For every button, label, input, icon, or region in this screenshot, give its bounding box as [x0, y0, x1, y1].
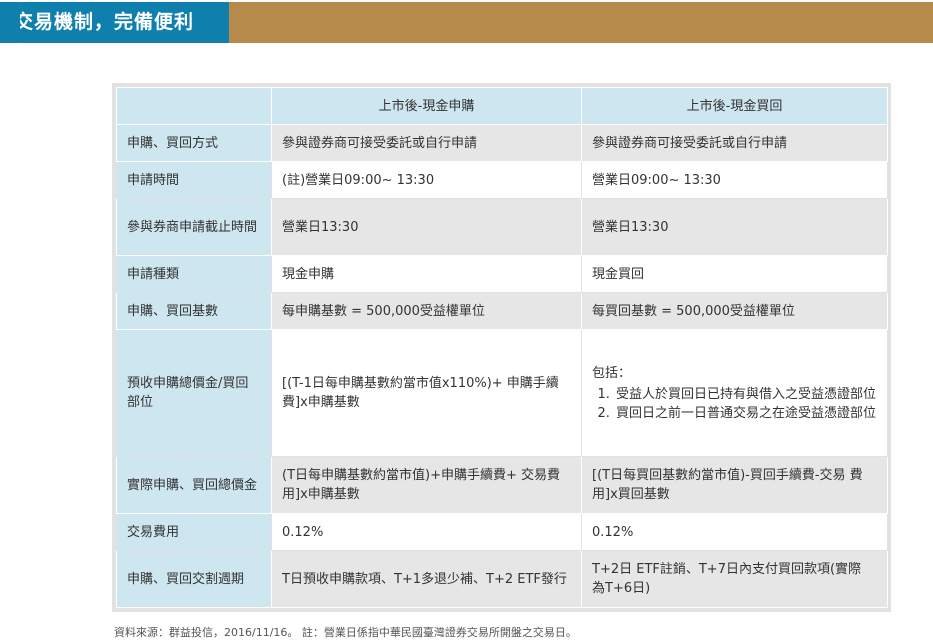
table-row: 申請種類 現金申購 現金買回: [116, 255, 888, 293]
row-label: 申購、買回交割週期: [116, 550, 272, 608]
purchase-cell: 0.12%: [271, 513, 582, 551]
list-item: 買回日之前一日普通交易之在途受益憑證部位: [614, 404, 877, 423]
purchase-cell: 每申購基數 = 500,000受益權單位: [271, 292, 582, 330]
trading-mechanism-table-frame: 上市後-現金申購 上市後-現金買回 申購、買回方式 參與證券商可接受委託或自行申…: [112, 83, 891, 612]
redemption-cell: 參與證券商可接受委託或自行申請: [581, 124, 888, 162]
redemption-cell: 營業日09:00~ 13:30: [581, 161, 888, 199]
list-item: 受益人於買回日已持有與借入之受益憑證部位: [614, 385, 877, 404]
row-label: 申購、買回方式: [116, 124, 272, 162]
table-row: 申購、買回基數 每申購基數 = 500,000受益權單位 每買回基數 = 500…: [116, 292, 888, 330]
row-label: 實際申購、買回總價金: [116, 456, 272, 514]
purchase-cell: 營業日13:30: [271, 198, 582, 256]
redemption-list: 受益人於買回日已持有與借入之受益憑證部位 買回日之前一日普通交易之在途受益憑證部…: [592, 385, 877, 423]
row-label: 預收申購總價金/買回部位: [116, 329, 272, 457]
purchase-cell: (註)營業日09:00~ 13:30: [271, 161, 582, 199]
redemption-cell: 0.12%: [581, 513, 888, 551]
row-label: 交易費用: [116, 513, 272, 551]
purchase-cell: 現金申購: [271, 255, 582, 293]
redemption-cell: 包括： 受益人於買回日已持有與借入之受益憑證部位 買回日之前一日普通交易之在途受…: [581, 329, 888, 457]
row-label: 申請時間: [116, 161, 272, 199]
table-row: 預收申購總價金/買回部位 [(T-1日每申購基數約當市值x110%)+ 申購手續…: [116, 329, 888, 457]
row-label: 申請種類: [116, 255, 272, 293]
purchase-cell: [(T-1日每申購基數約當市值x110%)+ 申購手續費]x申購基數: [271, 329, 582, 457]
trading-mechanism-table: 上市後-現金申購 上市後-現金買回 申購、買回方式 參與證券商可接受委託或自行申…: [116, 87, 888, 608]
table-row: 交易費用 0.12% 0.12%: [116, 513, 888, 551]
purchase-cell: 參與證券商可接受委託或自行申請: [271, 124, 582, 162]
row-label: 參與券商申請截止時間: [116, 198, 272, 256]
table-header-row: 上市後-現金申購 上市後-現金買回: [116, 87, 888, 125]
redemption-cell: T+2日 ETF註銷、T+7日內支付買回款項(實際 為T+6日): [581, 550, 888, 608]
redemption-cell: 現金買回: [581, 255, 888, 293]
table-row: 申購、買回方式 參與證券商可接受委託或自行申請 參與證券商可接受委託或自行申請: [116, 124, 888, 162]
table-row: 申購、買回交割週期 T日預收申購款項、T+1多退少補、T+2 ETF發行 T+2…: [116, 550, 888, 608]
header-cell-empty: [116, 87, 272, 125]
purchase-cell: T日預收申購款項、T+1多退少補、T+2 ETF發行: [271, 550, 582, 608]
table-row: 參與券商申請截止時間 營業日13:30 營業日13:30: [116, 198, 888, 256]
redemption-cell: 營業日13:30: [581, 198, 888, 256]
header-cell-redemption: 上市後-現金買回: [581, 87, 888, 125]
section-header-bar: 交易機制，完備便利: [0, 2, 933, 43]
redemption-intro: 包括：: [592, 365, 632, 381]
table-row: 申請時間 (註)營業日09:00~ 13:30 營業日09:00~ 13:30: [116, 161, 888, 199]
purchase-cell: (T日每申購基數約當市值)+申購手續費+ 交易費用]x申購基數: [271, 456, 582, 514]
row-label: 申購、買回基數: [116, 292, 272, 330]
table-row: 實際申購、買回總價金 (T日每申購基數約當市值)+申購手續費+ 交易費用]x申購…: [116, 456, 888, 514]
source-footnote: 資料來源：群益投信，2016/11/16。 註：營業日係指中華民國臺灣證券交易所…: [114, 626, 577, 639]
header-cell-purchase: 上市後-現金申購: [271, 87, 582, 125]
redemption-cell: [(T日每買回基數約當市值)-買回手續費-交易 費用]x買回基數: [581, 456, 888, 514]
section-title: 交易機制，完備便利: [0, 2, 229, 43]
redemption-cell: 每買回基數 = 500,000受益權單位: [581, 292, 888, 330]
